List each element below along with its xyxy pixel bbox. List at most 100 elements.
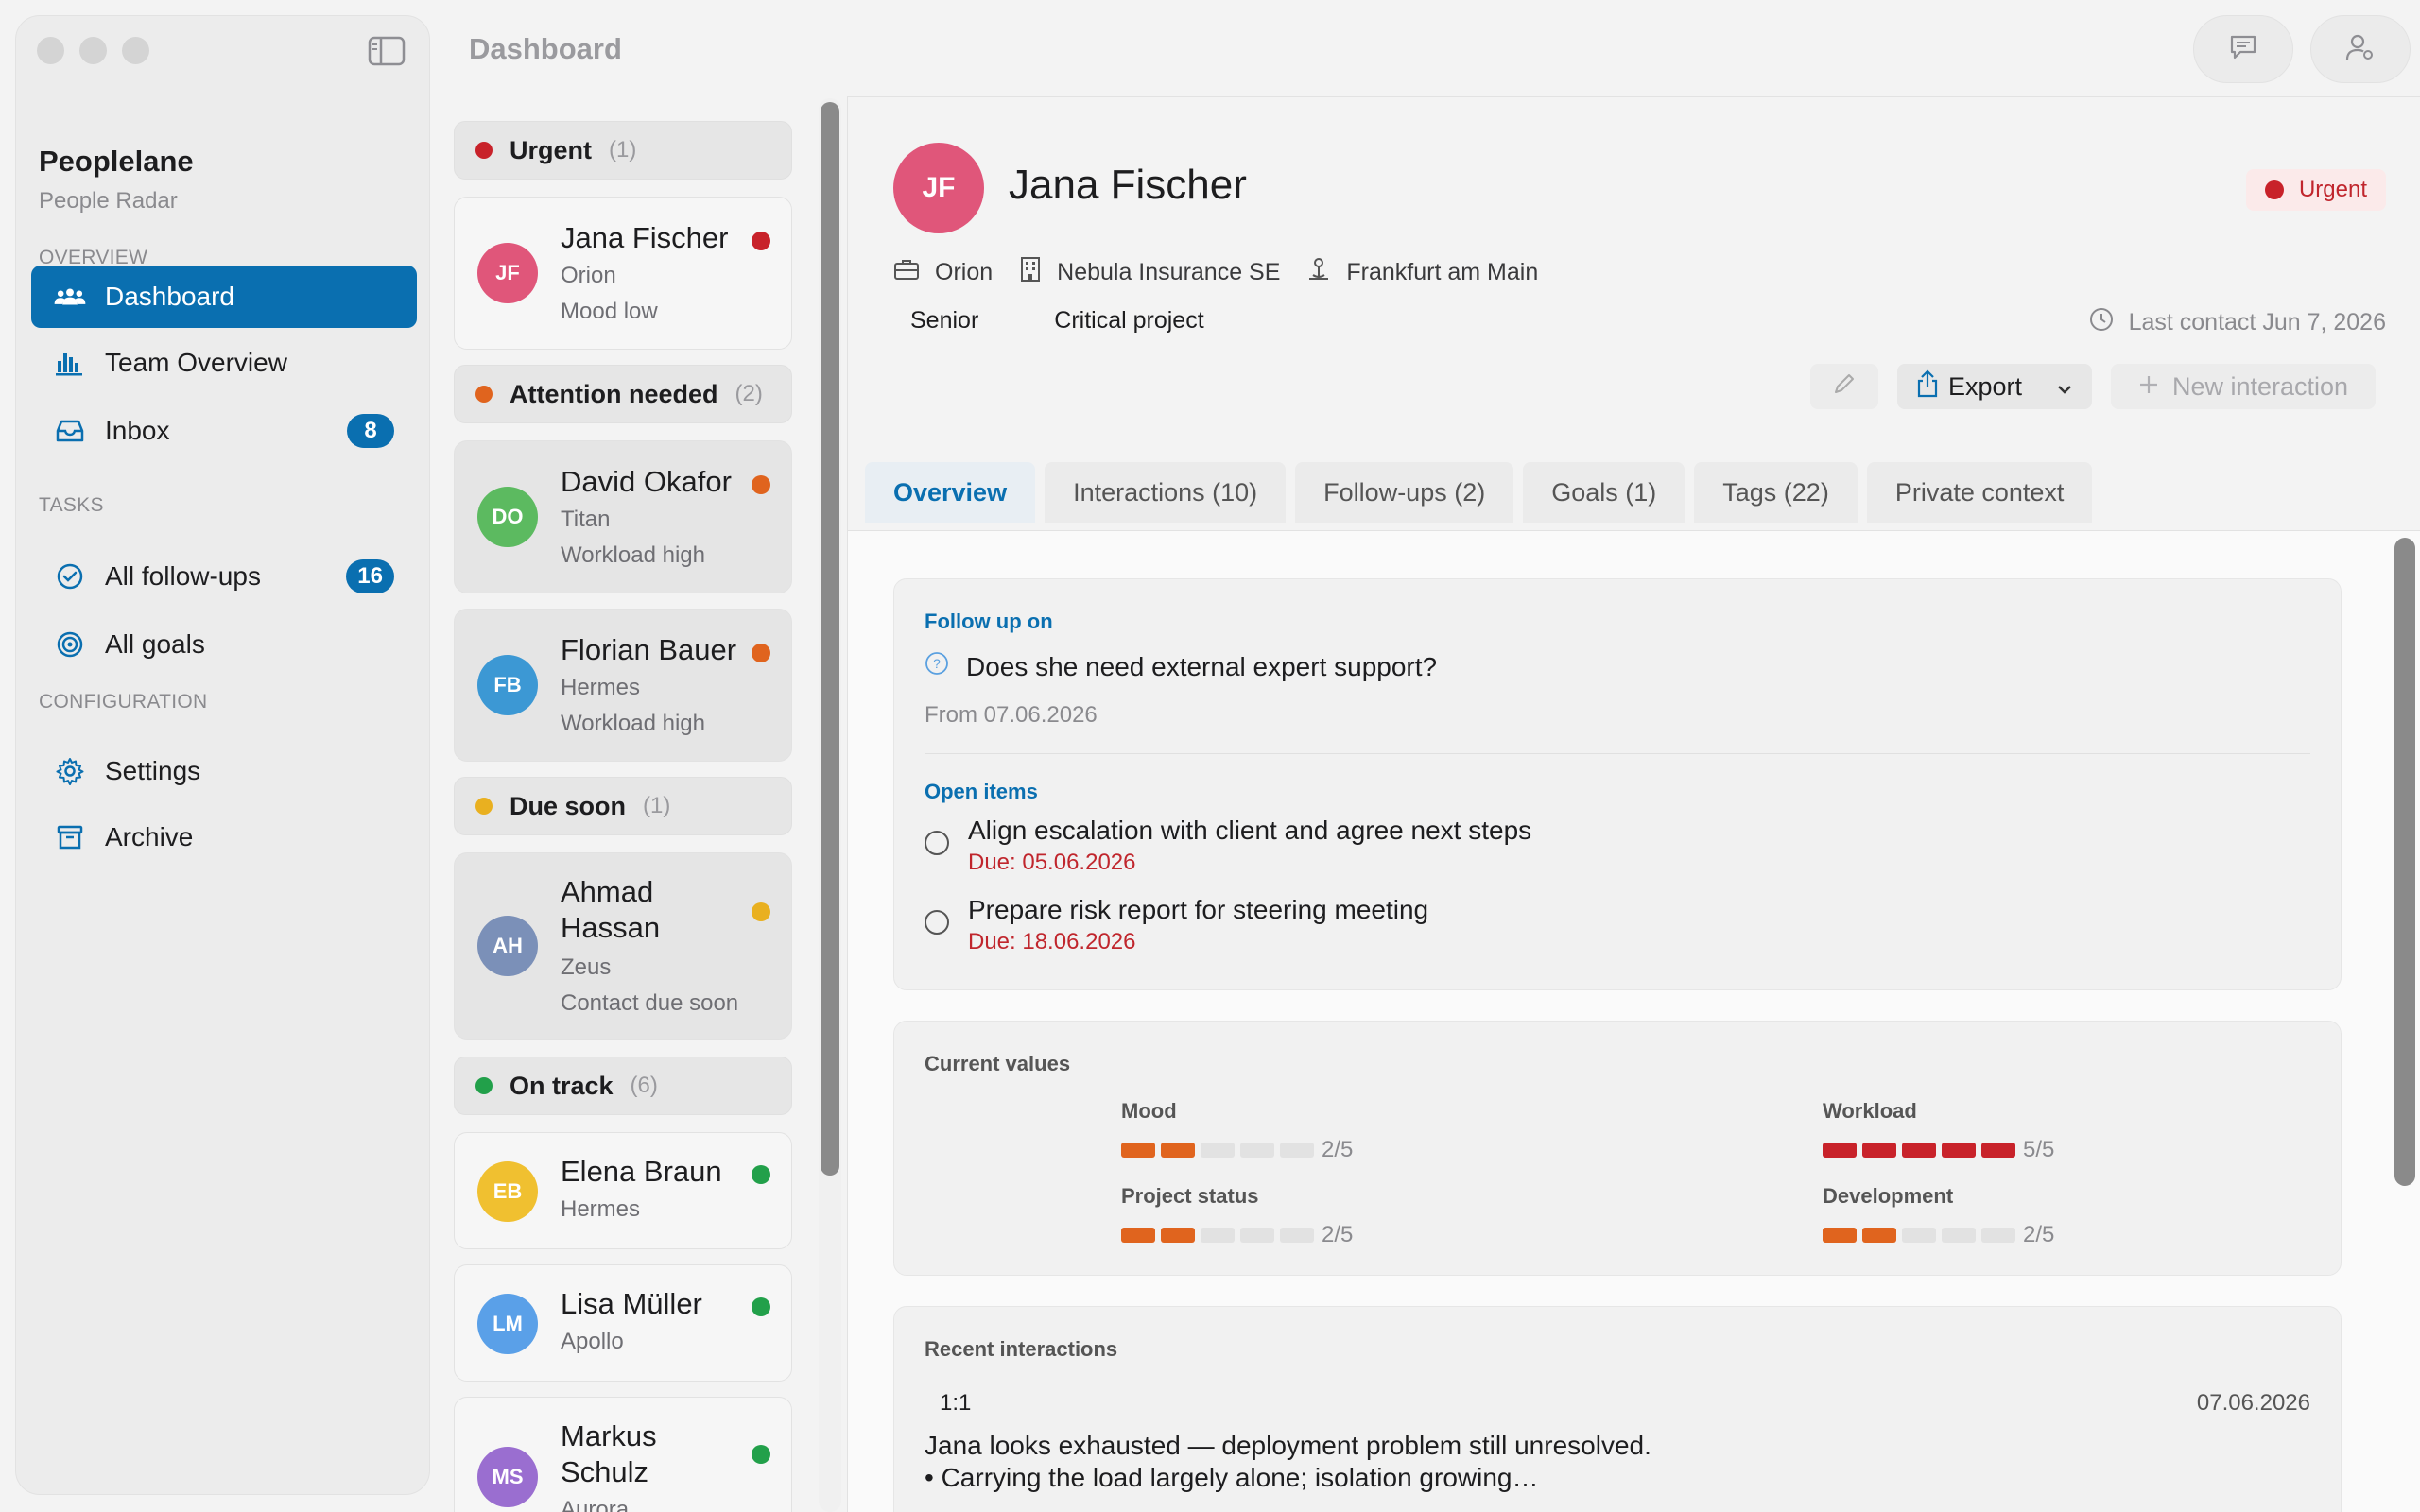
list-item-florian-bauer[interactable]: FB Florian Bauer Hermes Workload high: [454, 609, 792, 762]
list-item-markus-schulz[interactable]: MS Markus Schulz Aurora: [454, 1397, 792, 1512]
meta-company-label: Nebula Insurance SE: [1057, 259, 1281, 285]
group-count: (1): [609, 137, 637, 163]
metric-name: Development: [1823, 1184, 1954, 1208]
group-header-urgent[interactable]: Urgent (1): [454, 121, 792, 180]
inbox-count-badge: 8: [347, 414, 394, 448]
metric-segment: [1121, 1143, 1155, 1158]
gear-icon: [54, 755, 86, 787]
metric-segment: [1201, 1228, 1235, 1243]
person-team: Zeus: [561, 954, 612, 980]
metric-bar: 2/5: [1121, 1222, 1353, 1248]
open-item-title: Prepare risk report for steering meeting: [968, 895, 1429, 924]
chat-button[interactable]: [2193, 15, 2293, 83]
share-icon: [1916, 369, 1939, 404]
person-gear-icon: [2345, 33, 2376, 66]
export-button[interactable]: Export: [1897, 364, 2092, 409]
metric-name: Project status: [1121, 1184, 1259, 1208]
tab-tags[interactable]: Tags (22): [1694, 462, 1858, 523]
new-interaction-button[interactable]: New interaction: [2111, 364, 2376, 409]
list-item-ahmad-hassan[interactable]: AH Ahmad Hassan Zeus Contact due soon: [454, 852, 792, 1040]
urgent-dot-icon: [2264, 180, 2284, 199]
detail-tags: Senior Critical project: [910, 307, 1280, 335]
open-item-checkbox[interactable]: [925, 831, 949, 855]
sidebar-item-team-overview[interactable]: Team Overview: [31, 332, 417, 394]
open-items-label: Open items: [925, 780, 1038, 803]
person-name-last: Hassan: [561, 911, 661, 944]
open-item: Align escalation with client and agree n…: [925, 814, 1531, 878]
metric-name: Workload: [1823, 1099, 1917, 1123]
metric-segment: [1240, 1143, 1274, 1158]
minimize-window-button[interactable]: [79, 37, 107, 64]
interaction-date: 07.06.2026: [2196, 1390, 2310, 1416]
metric-value: 5/5: [2023, 1137, 2055, 1162]
group-count: (2): [735, 381, 763, 406]
export-label: Export: [1947, 371, 2023, 401]
metric-bar: 5/5: [1823, 1137, 2054, 1163]
metric-segment: [1280, 1143, 1314, 1158]
follow-up-panel: Follow up on ? Does she need external ex…: [893, 578, 2342, 990]
tab-follow-ups[interactable]: Follow-ups (2): [1295, 462, 1514, 523]
sidebar-item-all-goals[interactable]: All goals: [31, 613, 417, 676]
last-contact: Last contact Jun 7, 2026: [2089, 307, 2386, 338]
metric-segment: [1981, 1143, 2015, 1158]
tab-interactions[interactable]: Interactions (10): [1045, 462, 1287, 523]
group-count: (6): [630, 1073, 658, 1098]
list-item-david-okafor[interactable]: DO David Okafor Titan Workload high: [454, 440, 792, 593]
open-item-due: Due: 05.06.2026: [968, 850, 1136, 875]
follow-up-question[interactable]: ? Does she need external expert support?: [925, 651, 1437, 682]
svg-text:?: ?: [933, 656, 941, 671]
sidebar-item-dashboard[interactable]: Dashboard: [31, 266, 417, 328]
status-dot-icon: [752, 1445, 770, 1464]
status-dot-icon: [752, 1297, 770, 1316]
status-dot-icon: [752, 644, 770, 662]
meta-company: Nebula Insurance SE: [1019, 256, 1280, 289]
interaction-line: Jana looks exhausted — deployment proble…: [925, 1431, 1651, 1460]
tab-overview[interactable]: Overview: [865, 462, 1036, 523]
list-item-lisa-muller[interactable]: LM Lisa Müller Apollo: [454, 1264, 792, 1382]
tab-goals[interactable]: Goals (1): [1523, 462, 1685, 523]
group-header-attention[interactable]: Attention needed (2): [454, 365, 792, 423]
sidebar-item-archive[interactable]: Archive: [31, 806, 417, 868]
edit-button[interactable]: [1810, 364, 1878, 409]
open-item-due: Due: 18.06.2026: [968, 929, 1136, 954]
metric-workload: Workload 5/5: [1823, 1099, 2054, 1163]
zoom-window-button[interactable]: [122, 37, 149, 64]
person-note: Mood low: [561, 299, 658, 324]
user-settings-button[interactable]: [2310, 15, 2411, 83]
detail-scrollbar[interactable]: [2394, 538, 2415, 1186]
metric-segment: [1942, 1143, 1976, 1158]
people-icon: [54, 281, 86, 313]
group-label: Attention needed: [510, 379, 718, 408]
metric-segment: [1942, 1228, 1976, 1243]
recent-interactions-panel: Recent interactions 1:1 07.06.2026 Jana …: [893, 1306, 2342, 1512]
person-team: Aurora: [561, 1497, 630, 1512]
sidebar-toggle-icon[interactable]: [368, 35, 406, 67]
page-title: Dashboard: [469, 32, 622, 65]
group-header-due-soon[interactable]: Due soon (1): [454, 777, 792, 835]
close-window-button[interactable]: [37, 37, 64, 64]
group-header-on-track[interactable]: On track (6): [454, 1057, 792, 1115]
metric-value: 2/5: [1322, 1137, 1354, 1162]
status-badge-label: Urgent: [2298, 177, 2367, 202]
last-contact-label: Last contact Jun 7, 2026: [2128, 309, 2386, 335]
detail-avatar: JF: [893, 143, 984, 233]
sidebar-item-all-follow-ups[interactable]: All follow-ups 16: [31, 545, 417, 608]
metric-segment: [1280, 1228, 1314, 1243]
sidebar-item-label: All goals: [105, 629, 205, 659]
tab-private-context[interactable]: Private context: [1866, 462, 2093, 523]
list-item-elena-braun[interactable]: EB Elena Braun Hermes: [454, 1132, 792, 1249]
list-item-jana-fischer[interactable]: JF Jana Fischer Orion Mood low: [454, 197, 792, 350]
sidebar-item-label: Team Overview: [105, 348, 287, 377]
bar-chart-icon: [54, 347, 86, 379]
interaction-summary[interactable]: Jana looks exhausted — deployment proble…: [925, 1430, 1651, 1494]
open-item-checkbox[interactable]: [925, 910, 949, 935]
chevron-down-icon[interactable]: [2056, 372, 2073, 402]
metric-value: 2/5: [2023, 1222, 2055, 1247]
location-pin-icon: [1306, 256, 1346, 289]
sidebar-item-inbox[interactable]: Inbox 8: [31, 400, 417, 462]
metric-name: Mood: [1121, 1099, 1177, 1123]
urgent-dot-icon: [475, 142, 493, 159]
sidebar-item-settings[interactable]: Settings: [31, 740, 417, 802]
briefcase-icon: [893, 257, 935, 288]
meta-location: Frankfurt am Main: [1306, 256, 1538, 289]
